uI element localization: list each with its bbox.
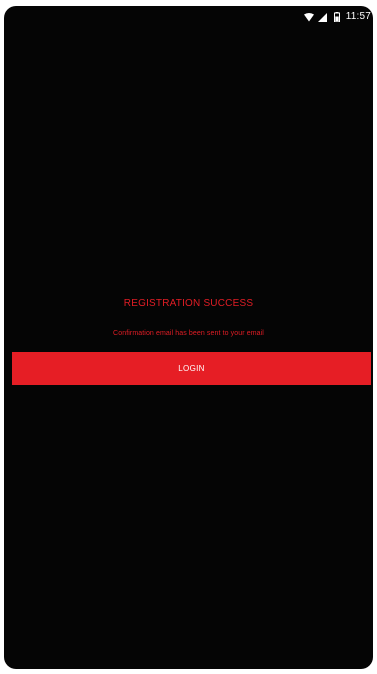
login-button[interactable]: LOGIN [12,352,371,385]
page-title: REGISTRATION SUCCESS [123,298,254,309]
confirmation-message: Confirmation email has been sent to your… [113,330,264,337]
registration-success-content: REGISTRATION SUCCESS Confirmation email … [4,6,373,669]
phone-screen: 11:57 REGISTRATION SUCCESS Confirmation … [4,6,373,669]
